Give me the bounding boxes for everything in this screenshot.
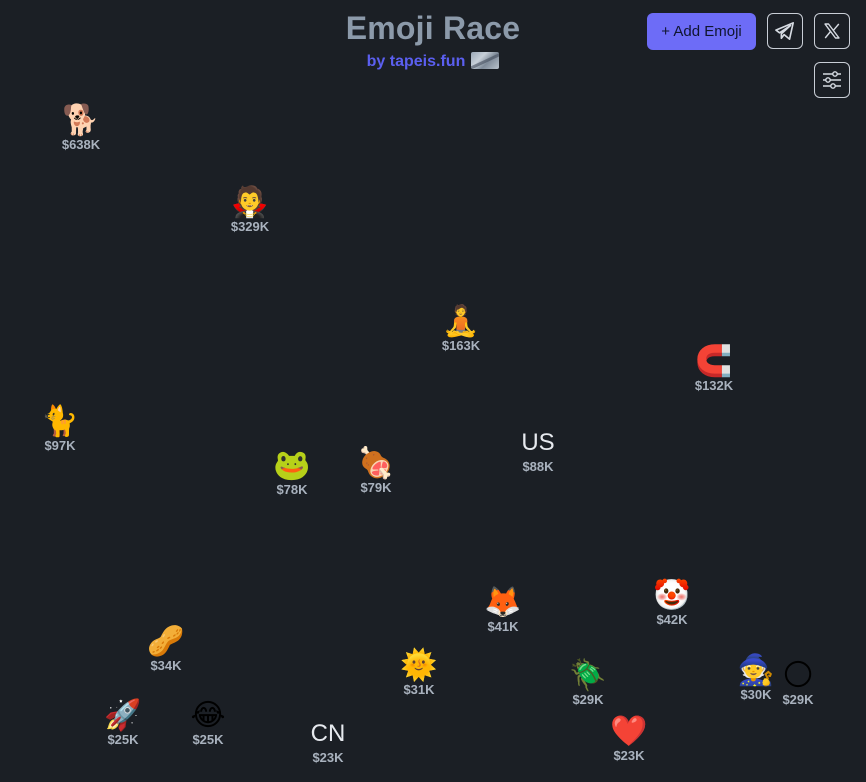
- token-price: $25K: [107, 732, 139, 747]
- token-price: $42K: [656, 612, 688, 627]
- yoga-person-icon: 🧘: [442, 304, 480, 339]
- token-price: $78K: [276, 482, 308, 497]
- token-beetle[interactable]: 🪲 $29K: [548, 659, 628, 707]
- token-price: $329K: [230, 219, 270, 234]
- token-price: $31K: [403, 682, 435, 697]
- token-heart[interactable]: ❤️ $23K: [589, 715, 669, 763]
- x-button[interactable]: [814, 13, 850, 49]
- token-vampire[interactable]: 🧛 $329K: [210, 186, 290, 234]
- fox-icon: 🦊: [484, 585, 522, 620]
- token-us[interactable]: US $88K: [498, 426, 578, 474]
- token-sun[interactable]: 🌞 $31K: [379, 649, 459, 697]
- emoji-race-page: Emoji Race by tapeis.fun + Add Emoji 🐕 $…: [0, 0, 866, 782]
- token-price: $23K: [613, 748, 645, 763]
- token-price: $88K: [522, 459, 554, 474]
- beetle-icon: 🪲: [569, 658, 607, 693]
- token-price: $29K: [572, 692, 604, 707]
- token-price: $23K: [312, 750, 344, 765]
- token-price: $29K: [782, 692, 814, 707]
- full-moon-icon: 🌕: [782, 658, 814, 693]
- token-price: $41K: [487, 619, 519, 634]
- token-cn[interactable]: CN $23K: [288, 717, 368, 765]
- token-magnet[interactable]: 🧲 $132K: [674, 345, 754, 393]
- flag-icon: [471, 52, 500, 69]
- filter-settings-button[interactable]: [814, 62, 850, 98]
- sliders-icon: [823, 71, 841, 89]
- token-rocket[interactable]: 🚀 $25K: [83, 699, 163, 747]
- token-clown[interactable]: 🤡 $42K: [632, 579, 712, 627]
- cat-icon: 🐈: [41, 404, 79, 439]
- clown-icon: 🤡: [653, 578, 691, 613]
- vampire-icon: 🧛: [231, 185, 269, 220]
- token-price: $25K: [192, 732, 224, 747]
- telegram-icon: [775, 22, 795, 40]
- token-moon[interactable]: 🌕 $29K: [758, 659, 838, 707]
- telegram-button[interactable]: [767, 13, 803, 49]
- frog-icon: 🐸: [273, 448, 311, 483]
- token-price: $79K: [360, 480, 392, 495]
- dog-icon: 🐕: [62, 103, 100, 138]
- token-price: $34K: [150, 658, 182, 673]
- token-price: $132K: [694, 378, 734, 393]
- token-fox[interactable]: 🦊 $41K: [463, 586, 543, 634]
- token-price: $163K: [441, 338, 481, 353]
- laughing-face-icon: 😂: [190, 698, 226, 733]
- x-logo-icon: [824, 23, 840, 39]
- token-yoga-person[interactable]: 🧘 $163K: [421, 305, 501, 353]
- add-emoji-button[interactable]: + Add Emoji: [647, 13, 756, 50]
- token-meat[interactable]: 🍖 $79K: [336, 447, 416, 495]
- subtitle-link[interactable]: by tapeis.fun: [367, 53, 466, 70]
- page-subtitle[interactable]: by tapeis.fun: [0, 52, 866, 71]
- meat-icon: 🍖: [357, 446, 395, 481]
- heart-icon: ❤️: [610, 714, 648, 749]
- token-price: $638K: [61, 137, 101, 152]
- token-laughing[interactable]: 😂 $25K: [168, 699, 248, 747]
- us-flag-icon: US: [521, 429, 555, 456]
- sun-icon: 🌞: [400, 648, 438, 683]
- token-price: $97K: [44, 438, 76, 453]
- magnet-icon: 🧲: [695, 344, 733, 379]
- token-peanut[interactable]: 🥜 $34K: [126, 625, 206, 673]
- token-frog[interactable]: 🐸 $78K: [252, 449, 332, 497]
- token-dog[interactable]: 🐕 $638K: [41, 104, 121, 152]
- rocket-icon: 🚀: [104, 698, 142, 733]
- peanut-icon: 🥜: [147, 624, 185, 659]
- token-cat[interactable]: 🐈 $97K: [20, 405, 100, 453]
- cn-flag-icon: CN: [310, 720, 346, 747]
